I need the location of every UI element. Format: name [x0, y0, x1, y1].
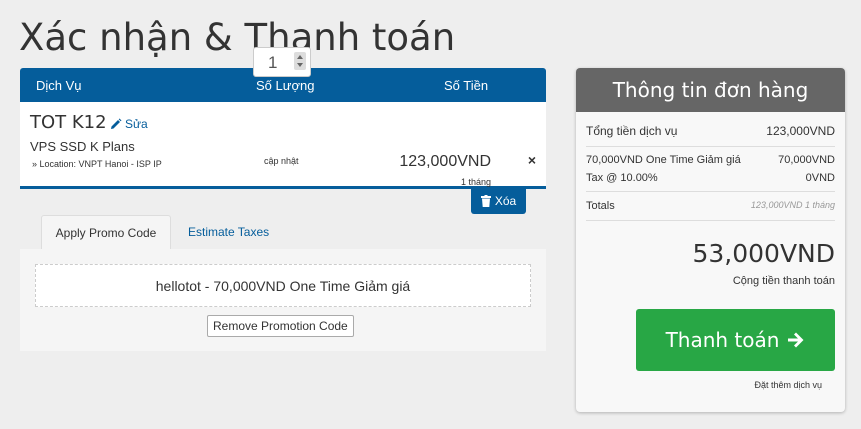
- checkout-label: Thanh toán: [665, 328, 780, 352]
- remove-promo-button[interactable]: Remove Promotion Code: [207, 315, 354, 337]
- applied-promo: hellotot - 70,000VND One Time Giảm giá: [35, 264, 531, 307]
- arrow-right-icon: [788, 332, 804, 348]
- edit-link[interactable]: Sửa: [110, 117, 148, 131]
- totals-value: 123,000VND 1 tháng: [750, 200, 835, 210]
- header-quantity: Số Lượng: [256, 78, 315, 93]
- discount-value: 70,000VND: [778, 154, 835, 166]
- cart-table: Dịch Vụ Số Lượng Số Tiền TOT K12 Sửa VPS…: [20, 68, 546, 189]
- totals-row: Totals 123,000VND 1 tháng: [586, 200, 835, 212]
- tax-row: Tax @ 10.00% 0VND: [586, 172, 835, 184]
- header-amount: Số Tiền: [444, 78, 489, 93]
- subtotal-value: 123,000VND: [766, 124, 835, 138]
- remove-item-icon[interactable]: ×: [528, 152, 536, 168]
- checkout-button[interactable]: Thanh toán: [636, 309, 835, 371]
- continue-shopping-link[interactable]: Đặt thêm dịch vụ: [754, 380, 822, 390]
- update-link[interactable]: cập nhật: [264, 156, 299, 166]
- promo-panel: hellotot - 70,000VND One Time Giảm giá R…: [20, 249, 546, 351]
- divider: [586, 220, 835, 221]
- tab-estimate-taxes[interactable]: Estimate Taxes: [188, 225, 269, 239]
- item-cycle: 1 tháng: [460, 177, 491, 187]
- divider: [586, 146, 835, 147]
- quantity-spinner-icon[interactable]: [294, 52, 306, 70]
- remove-button[interactable]: Xóa: [471, 188, 526, 214]
- promo-tabs: Apply Promo Code Estimate Taxes: [20, 215, 546, 250]
- remove-label: Xóa: [494, 194, 517, 208]
- edit-label: Sửa: [125, 117, 148, 131]
- pencil-icon: [111, 118, 122, 129]
- header-service: Dịch Vụ: [36, 78, 82, 93]
- totals-label: Totals: [586, 200, 615, 212]
- tax-value: 0VND: [805, 172, 835, 184]
- divider: [586, 191, 835, 192]
- product-name: TOT K12: [30, 112, 107, 133]
- discount-row: 70,000VND One Time Giảm giá 70,000VND: [586, 154, 835, 166]
- subtotal-label: Tổng tiền dịch vụ: [586, 124, 678, 138]
- grand-total: 53,000VND: [692, 239, 835, 268]
- quantity-value: 1: [268, 53, 278, 72]
- item-price: 123,000VND: [399, 153, 491, 170]
- tab-apply-promo[interactable]: Apply Promo Code: [41, 215, 171, 250]
- quantity-input[interactable]: 1: [253, 47, 311, 77]
- subtotal-row: Tổng tiền dịch vụ 123,000VND: [586, 124, 835, 138]
- order-summary: Thông tin đơn hàng Tổng tiền dịch vụ 123…: [576, 68, 845, 412]
- cart-item: TOT K12 Sửa VPS SSD K Plans » Location: …: [20, 102, 546, 189]
- summary-title: Thông tin đơn hàng: [576, 68, 845, 112]
- page-title: Xác nhận & Thanh toán: [19, 16, 456, 59]
- product-group: VPS SSD K Plans: [30, 139, 135, 154]
- trash-icon: [480, 195, 491, 207]
- discount-label: 70,000VND One Time Giảm giá: [586, 154, 741, 166]
- tax-label: Tax @ 10.00%: [586, 172, 658, 184]
- product-config: » Location: VNPT Hanoi - ISP IP: [32, 159, 162, 169]
- grand-total-label: Cộng tiền thanh toán: [732, 275, 835, 287]
